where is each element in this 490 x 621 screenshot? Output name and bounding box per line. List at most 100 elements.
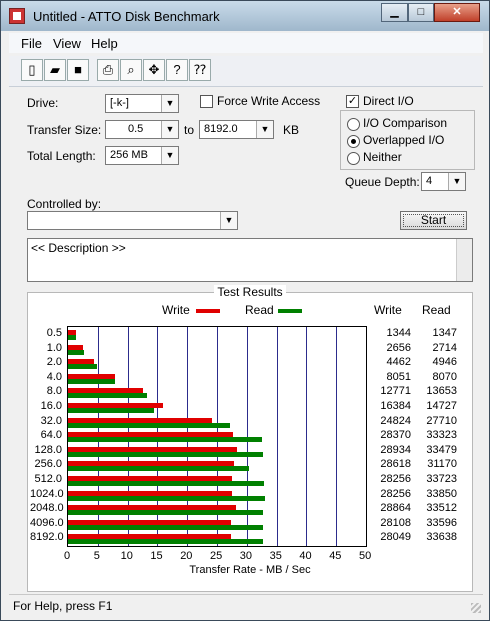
read-bar	[68, 539, 264, 545]
force-write-label: Force Write Access	[217, 94, 321, 108]
write-value-label: 4462	[386, 356, 411, 369]
x-tick-label: 5	[93, 550, 100, 562]
queue-depth-select[interactable]: 4 ▼	[421, 172, 466, 191]
legend-write-swatch	[196, 309, 220, 313]
read-value-label: 33638	[426, 531, 457, 544]
transfer-size-tick-label: 256.0	[34, 458, 62, 471]
app-window: Untitled - ATTO Disk Benchmark ▁ □ ✕ Fil…	[0, 0, 490, 621]
read-value-label: 31170	[427, 458, 457, 471]
description-textarea[interactable]: << Description >>	[27, 238, 473, 282]
chevron-down-icon[interactable]: ▼	[256, 121, 273, 138]
transfer-size-tick-label: 2048.0	[30, 502, 64, 515]
print-icon[interactable]: ⎙	[97, 59, 119, 81]
transfer-size-tick-label: 8192.0	[30, 531, 64, 544]
legend-write-label: Write	[162, 303, 190, 317]
write-value-label: 28256	[380, 487, 411, 500]
chevron-down-icon[interactable]: ▼	[161, 147, 178, 164]
x-axis-label: Transfer Rate - MB / Sec	[189, 564, 311, 576]
io-comparison-label: I/O Comparison	[363, 116, 448, 130]
chevron-down-icon[interactable]: ▼	[161, 95, 178, 112]
io-mode-group: I/O Comparison Overlapped I/O Neither	[340, 110, 475, 170]
direct-io-checkbox[interactable]: ✓	[346, 95, 359, 108]
transfer-size-tick-label: 32.0	[40, 414, 62, 427]
total-length-select[interactable]: 256 MB ▼	[105, 146, 179, 165]
write-value-label: 28049	[380, 531, 411, 544]
write-value-label: 24824	[380, 414, 411, 427]
io-comparison-radio[interactable]	[347, 118, 360, 131]
context-help-icon[interactable]: ⁇	[189, 59, 211, 81]
write-value-label: 8051	[386, 370, 411, 383]
write-value-label: 28370	[380, 429, 411, 442]
save-icon[interactable]: ■	[67, 59, 89, 81]
read-bar	[68, 510, 263, 516]
x-tick-label: 45	[329, 550, 342, 562]
read-bar	[68, 364, 97, 370]
transfer-size-tick-label: 512.0	[34, 473, 62, 485]
read-value-label: 33596	[426, 516, 457, 529]
read-bar	[68, 422, 230, 428]
read-value-label: 14727	[426, 400, 457, 412]
read-bar	[68, 335, 76, 340]
status-bar: For Help, press F1	[9, 594, 483, 617]
menu-file[interactable]: File	[21, 36, 42, 51]
move-icon[interactable]: ✥	[143, 59, 165, 81]
overlapped-io-radio[interactable]	[347, 135, 360, 148]
transfer-to-select[interactable]: 8192.0 ▼	[199, 120, 274, 139]
transfer-size-tick-label: 4.0	[46, 370, 62, 383]
legend-read-swatch	[278, 309, 302, 313]
new-icon[interactable]: ▯	[21, 59, 43, 81]
minimize-button[interactable]: ▁	[381, 3, 408, 22]
write-value-label: 1344	[386, 327, 411, 339]
write-value-label: 28934	[380, 443, 411, 456]
read-value-label: 27710	[426, 414, 457, 427]
read-value-label: 33512	[426, 502, 457, 515]
resize-grip[interactable]	[471, 603, 481, 613]
read-bar	[68, 524, 264, 530]
read-value-label: 33723	[426, 473, 457, 485]
transfer-from-select[interactable]: 0.5 ▼	[105, 120, 179, 139]
transfer-size-tick-label: 1024.0	[30, 487, 64, 500]
print-preview-icon[interactable]: ⌕	[120, 59, 142, 81]
x-tick-label: 30	[239, 550, 253, 562]
menu-view[interactable]: View	[53, 36, 81, 51]
neither-radio[interactable]	[347, 152, 360, 165]
read-column-header: Read	[422, 303, 451, 317]
read-bar	[68, 466, 250, 472]
transfer-size-tick-label: 0.5	[46, 327, 62, 339]
write-value-label: 16384	[380, 400, 411, 412]
x-tick-label: 50	[359, 550, 372, 562]
open-icon[interactable]: ▰	[44, 59, 66, 81]
total-length-label: Total Length:	[27, 149, 96, 163]
description-scrollbar[interactable]	[456, 239, 472, 281]
write-value-label: 2656	[386, 341, 411, 354]
chart-gridline	[336, 327, 337, 546]
to-label: to	[184, 123, 195, 137]
maximize-button[interactable]: □	[408, 3, 434, 22]
chart-plot-area	[67, 326, 367, 547]
controlled-by-select[interactable]: ▼	[27, 211, 238, 230]
close-button[interactable]: ✕	[434, 3, 480, 22]
neither-label: Neither	[363, 150, 402, 164]
write-value-label: 28256	[380, 473, 411, 485]
drive-label: Drive:	[27, 96, 59, 110]
start-button[interactable]: Start	[400, 211, 467, 230]
read-bar	[68, 349, 85, 355]
transfer-size-tick-label: 4096.0	[30, 516, 64, 529]
read-value-label: 33479	[426, 443, 457, 456]
help-icon[interactable]: ?	[166, 59, 188, 81]
transfer-size-label: Transfer Size:	[27, 123, 102, 137]
chevron-down-icon[interactable]: ▼	[161, 121, 178, 138]
chevron-down-icon[interactable]: ▼	[448, 173, 465, 190]
x-tick-label: 15	[150, 550, 163, 562]
title-bar[interactable]: Untitled - ATTO Disk Benchmark ▁ □ ✕	[1, 1, 489, 31]
settings-panel: Drive: [-k-] ▼ Force Write Access ✓ Dire…	[9, 87, 483, 594]
force-write-checkbox[interactable]	[200, 95, 213, 108]
read-bar	[68, 481, 265, 486]
read-bar	[68, 437, 262, 443]
drive-select[interactable]: [-k-] ▼	[105, 94, 179, 113]
read-bar	[68, 451, 263, 457]
chevron-down-icon[interactable]: ▼	[220, 212, 237, 229]
read-value-label: 4946	[432, 356, 457, 369]
transfer-size-tick-label: 128.0	[34, 443, 62, 456]
menu-help[interactable]: Help	[91, 36, 118, 51]
